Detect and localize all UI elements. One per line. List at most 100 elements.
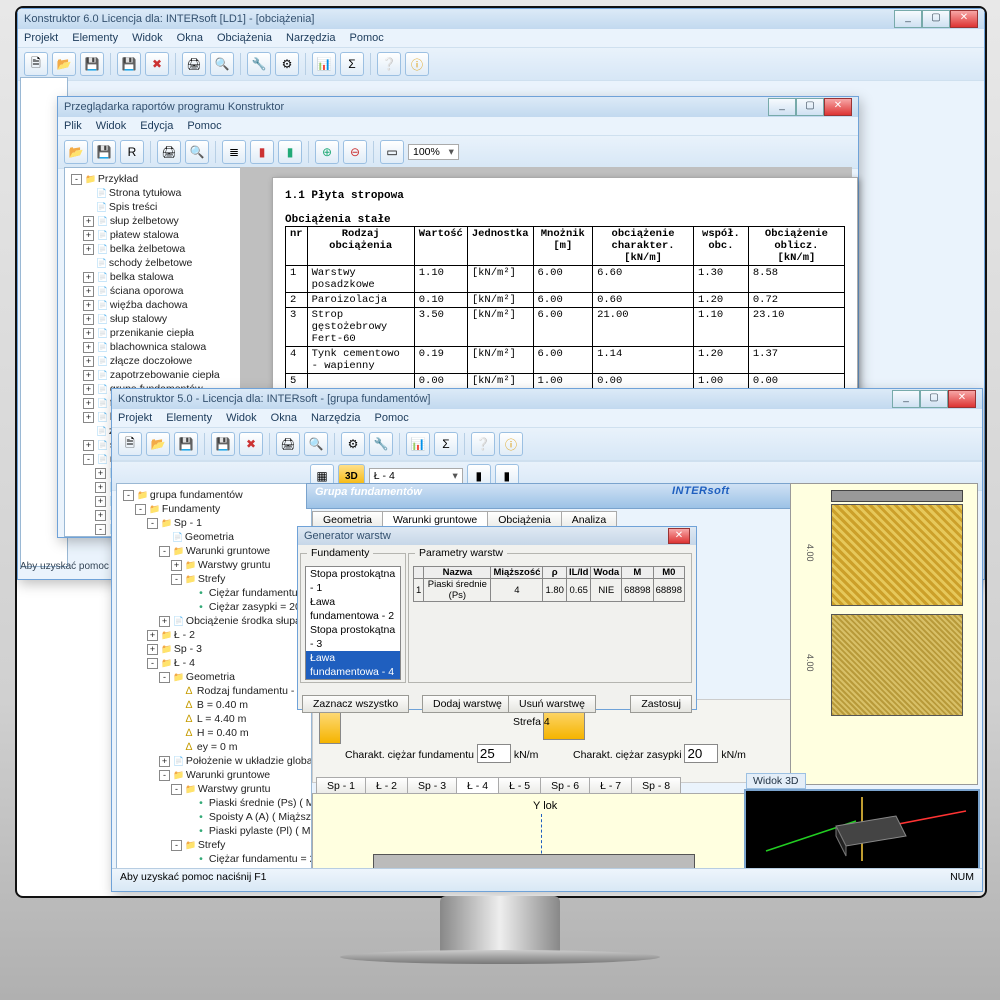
sigma-icon[interactable]: Σ: [340, 52, 364, 76]
page-icon[interactable]: ▭: [380, 140, 404, 164]
front-menubar[interactable]: Projekt Elementy Widok Okna Narzędzia Po…: [112, 409, 982, 427]
sigma-icon[interactable]: Σ: [434, 432, 458, 456]
tree-item[interactable]: + zapotrzebowanie ciepła: [69, 368, 241, 382]
menu-item[interactable]: Pomoc: [375, 412, 409, 424]
menu-item[interactable]: Pomoc: [350, 32, 384, 44]
tree-item[interactable]: + więźba dachowa: [69, 298, 241, 312]
maximize-button[interactable]: ▢: [922, 10, 950, 28]
tree-item[interactable]: Ciężar fundamentu = 25 kN/: [121, 852, 307, 866]
menu-item[interactable]: Obciążenia: [217, 32, 272, 44]
tree-item[interactable]: + słup stalowy: [69, 312, 241, 326]
tree-item[interactable]: + Ł - 2: [121, 628, 307, 642]
menu-item[interactable]: Projekt: [118, 412, 152, 424]
menu-item[interactable]: Okna: [271, 412, 297, 424]
save-icon[interactable]: 💾: [92, 140, 116, 164]
tag-icon[interactable]: ▮: [250, 140, 274, 164]
save-all-icon[interactable]: 💾: [211, 432, 235, 456]
tree-item[interactable]: + belka stalowa: [69, 270, 241, 284]
calc-icon[interactable]: 📊: [312, 52, 336, 76]
tree-item[interactable]: Piaski średnie (Ps) ( Miąż: [121, 796, 307, 810]
char2-input[interactable]: [684, 744, 718, 763]
tree-item[interactable]: Spoisty A (A) ( Miąższoś: [121, 810, 307, 824]
save-icon[interactable]: 💾: [80, 52, 104, 76]
menu-item[interactable]: Elementy: [166, 412, 212, 424]
gear-icon[interactable]: ⚙: [341, 432, 365, 456]
maximize-button[interactable]: ▢: [796, 98, 824, 116]
close-button[interactable]: ✕: [668, 528, 690, 544]
tree-item[interactable]: B = 0.40 m: [121, 698, 307, 712]
tree-item[interactable]: Piaski pylaste (Pl) ( Miąż: [121, 824, 307, 838]
save-icon[interactable]: 💾: [174, 432, 198, 456]
element-dropdown[interactable]: Ł - 4: [369, 468, 463, 484]
select-all-button[interactable]: Zaznacz wszystko: [302, 695, 409, 713]
tool-icon[interactable]: 🔧: [369, 432, 393, 456]
view3d[interactable]: Widok 3D: [744, 789, 980, 873]
tree-item[interactable]: Rodzaj fundamentu - Ława: [121, 684, 307, 698]
tree-item[interactable]: - Przykład: [69, 172, 241, 186]
tree-item[interactable]: Spis treści: [69, 200, 241, 214]
tree-item[interactable]: + słup żelbetowy: [69, 214, 241, 228]
minimize-button[interactable]: _: [892, 390, 920, 408]
new-icon[interactable]: 🗎: [24, 52, 48, 76]
delete-icon[interactable]: ✖: [145, 52, 169, 76]
tree-item[interactable]: - grupa fundamentów: [121, 488, 307, 502]
tree-item[interactable]: - Fundamenty: [121, 502, 307, 516]
tree-item[interactable]: - Sp - 1: [121, 516, 307, 530]
help-icon[interactable]: ❔: [377, 52, 401, 76]
menu-item[interactable]: Edycja: [140, 120, 173, 132]
tree-item[interactable]: - Warunki gruntowe: [121, 544, 307, 558]
main-menubar[interactable]: Projekt Elementy Widok Okna Obciążenia N…: [18, 29, 984, 47]
char1-input[interactable]: [477, 744, 511, 763]
print-icon[interactable]: 🖨: [276, 432, 300, 456]
tree-item[interactable]: - Warunki gruntowe: [121, 768, 307, 782]
main-titlebar[interactable]: Konstruktor 6.0 Licencja dla: INTERsoft …: [18, 9, 984, 29]
list-item[interactable]: Stopa prostokątna - 1: [306, 567, 400, 595]
tree-item[interactable]: + złącze doczołowe: [69, 354, 241, 368]
new-icon[interactable]: 🗎: [118, 432, 142, 456]
menu-item[interactable]: Plik: [64, 120, 82, 132]
tree-item[interactable]: + ściana oporowa: [69, 284, 241, 298]
menu-item[interactable]: Widok: [96, 120, 127, 132]
menu-item[interactable]: Narzędzia: [286, 32, 336, 44]
tool-icon[interactable]: 🔧: [247, 52, 271, 76]
tree-item[interactable]: Strona tytułowa: [69, 186, 241, 200]
tree-item[interactable]: + płatew stalowa: [69, 228, 241, 242]
list-item[interactable]: Ława fundamentowa - 4: [306, 651, 400, 679]
menu-item[interactable]: Pomoc: [187, 120, 221, 132]
close-button[interactable]: ✕: [824, 98, 852, 116]
tree-item[interactable]: + przenikanie ciepła: [69, 326, 241, 340]
tree-item[interactable]: schody żelbetowe: [69, 256, 241, 270]
report-titlebar[interactable]: Przeglądarka raportów programu Konstrukt…: [58, 97, 858, 117]
maximize-button[interactable]: ▢: [920, 390, 948, 408]
zoom-out-icon[interactable]: ⊖: [343, 140, 367, 164]
fundamenty-list[interactable]: Stopa prostokątna - 1Ława fundamentowa -…: [305, 566, 401, 680]
info-icon[interactable]: ⓘ: [499, 432, 523, 456]
calc-icon[interactable]: 📊: [406, 432, 430, 456]
tree-item[interactable]: Geometria: [121, 530, 307, 544]
tree-item[interactable]: + Warstwy gruntu: [121, 558, 307, 572]
delete-icon[interactable]: ✖: [239, 432, 263, 456]
save-all-icon[interactable]: 💾: [117, 52, 141, 76]
del-layer-button[interactable]: Usuń warstwę: [508, 695, 596, 713]
tree-item[interactable]: + blachownica stalowa: [69, 340, 241, 354]
menu-item[interactable]: Okna: [177, 32, 203, 44]
gear-icon[interactable]: ⚙: [275, 52, 299, 76]
tag-icon[interactable]: ▮: [278, 140, 302, 164]
list-item[interactable]: Ława fundamentowa - 2: [306, 595, 400, 623]
preview-icon[interactable]: 🔍: [185, 140, 209, 164]
tree-item[interactable]: + Sp - 3: [121, 642, 307, 656]
tree-item[interactable]: - Warstwy gruntu: [121, 782, 307, 796]
open-icon[interactable]: 📂: [52, 52, 76, 76]
plan-view[interactable]: 4.00 4.00: [790, 483, 978, 785]
menu-item[interactable]: Widok: [226, 412, 257, 424]
open-icon[interactable]: 📂: [146, 432, 170, 456]
tree-item[interactable]: Ciężar fundamentu = 25 kN/: [121, 586, 307, 600]
list-item[interactable]: Stopa prostokątna - 3: [306, 623, 400, 651]
help-icon[interactable]: ❔: [471, 432, 495, 456]
info-icon[interactable]: ⓘ: [405, 52, 429, 76]
open-icon[interactable]: 📂: [64, 140, 88, 164]
preview-icon[interactable]: 🔍: [210, 52, 234, 76]
menu-item[interactable]: Widok: [132, 32, 163, 44]
zoom-dropdown[interactable]: 100%: [408, 144, 459, 160]
tree-item[interactable]: - Ł - 4: [121, 656, 307, 670]
